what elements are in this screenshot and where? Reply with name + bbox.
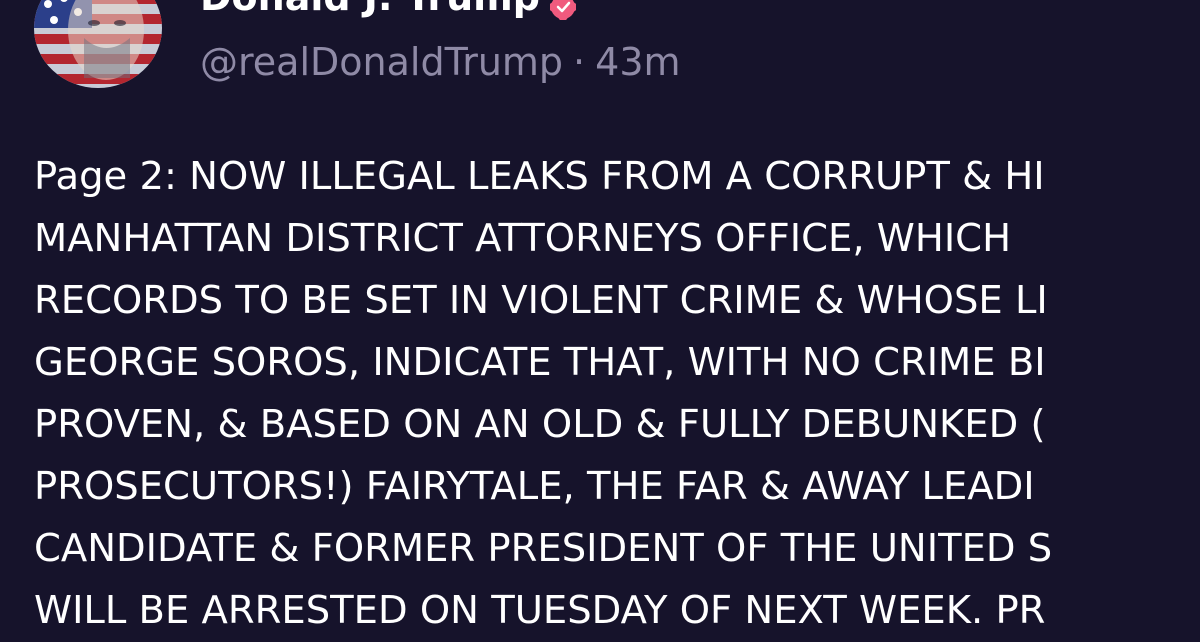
post-text-line: PROSECUTORS!) FAIRYTALE, THE FAR & AWAY … bbox=[34, 464, 1035, 509]
post-text-line: PROVEN, & BASED ON AN OLD & FULLY DEBUNK… bbox=[34, 402, 1046, 447]
avatar[interactable] bbox=[34, 0, 162, 88]
post-body: Page 2: NOW ILLEGAL LEAKS FROM A CORRUPT… bbox=[34, 146, 1200, 642]
post-text-line: WILL BE ARRESTED ON TUESDAY OF NEXT WEEK… bbox=[34, 588, 1046, 633]
post-meta: @realDonaldTrump · 43m bbox=[200, 40, 681, 84]
avatar-image bbox=[34, 0, 162, 88]
post-text-line: RECORDS TO BE SET IN VIOLENT CRIME & WHO… bbox=[34, 278, 1048, 323]
author-handle[interactable]: @realDonaldTrump bbox=[200, 40, 563, 84]
post-text-line: GEORGE SOROS, INDICATE THAT, WITH NO CRI… bbox=[34, 340, 1046, 385]
post-text-line: Page 2: NOW ILLEGAL LEAKS FROM A CORRUPT… bbox=[34, 154, 1045, 199]
author-display-name[interactable]: Donald J. Trump bbox=[200, 0, 540, 16]
post: Donald J. Trump @realDonaldTrump·43m Pag… bbox=[0, 0, 1200, 633]
post-text-line: CANDIDATE & FORMER PRESIDENT OF THE UNIT… bbox=[34, 526, 1053, 571]
post-text-line: MANHATTAN DISTRICT ATTORNEYS OFFICE, WHI… bbox=[34, 216, 1012, 261]
verified-badge-icon bbox=[550, 0, 576, 20]
meta-separator: · bbox=[573, 40, 586, 84]
post-timestamp[interactable]: 43m bbox=[595, 40, 680, 84]
